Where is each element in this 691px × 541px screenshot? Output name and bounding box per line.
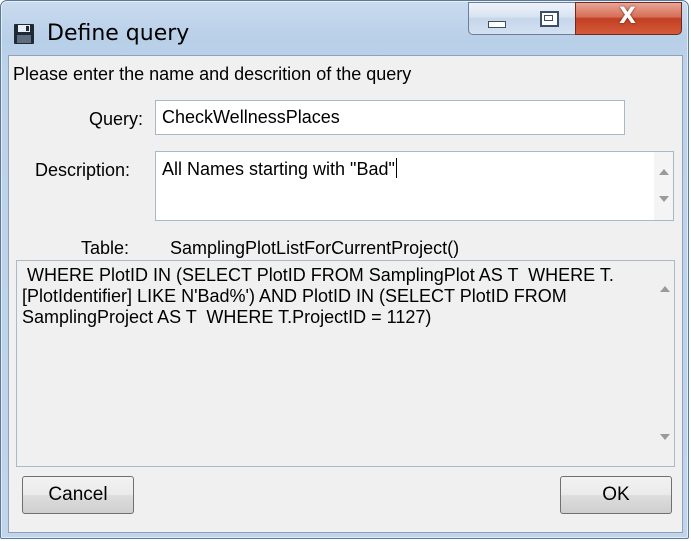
scroll-up-icon[interactable]	[659, 169, 669, 175]
ok-button[interactable]: OK	[560, 476, 672, 514]
scroll-up-icon[interactable]	[660, 286, 670, 292]
description-value: All Names starting with "Bad"	[162, 159, 395, 179]
table-label: Table:	[81, 238, 130, 258]
caption-buttons: X	[468, 2, 682, 35]
description-scrollbar[interactable]	[654, 152, 673, 220]
dialog-window: Define query X Please enter the name and…	[0, 0, 689, 539]
sql-textarea[interactable]: WHERE PlotID IN (SELECT PlotID FROM Samp…	[16, 260, 675, 467]
description-label: Description:	[35, 160, 131, 180]
floppy-disk-icon	[14, 24, 34, 44]
instruction-text: Please enter the name and descrition of …	[13, 64, 412, 84]
maximize-button[interactable]	[523, 2, 576, 35]
close-icon: X	[619, 4, 636, 29]
scroll-down-icon[interactable]	[659, 196, 669, 202]
scroll-down-icon[interactable]	[660, 434, 670, 440]
query-label: Query:	[89, 109, 144, 129]
minimize-button[interactable]	[468, 2, 525, 35]
window-title: Define query	[47, 21, 190, 46]
query-input-value: CheckWellnessPlaces	[162, 107, 340, 127]
sql-scrollbar[interactable]	[655, 261, 674, 466]
maximize-icon	[540, 11, 559, 27]
text-caret	[395, 158, 397, 178]
close-button[interactable]: X	[575, 2, 682, 35]
query-input[interactable]: CheckWellnessPlaces	[155, 100, 625, 135]
table-value: SamplingPlotListForCurrentProject()	[170, 238, 460, 258]
cancel-button[interactable]: Cancel	[22, 476, 134, 514]
minimize-icon	[488, 21, 506, 28]
title-bar[interactable]: Define query X	[1, 1, 688, 55]
sql-text: WHERE PlotID IN (SELECT PlotID FROM Samp…	[22, 265, 614, 327]
dialog-body: Please enter the name and descrition of …	[8, 55, 683, 533]
description-textarea[interactable]: All Names starting with "Bad"	[155, 151, 674, 221]
